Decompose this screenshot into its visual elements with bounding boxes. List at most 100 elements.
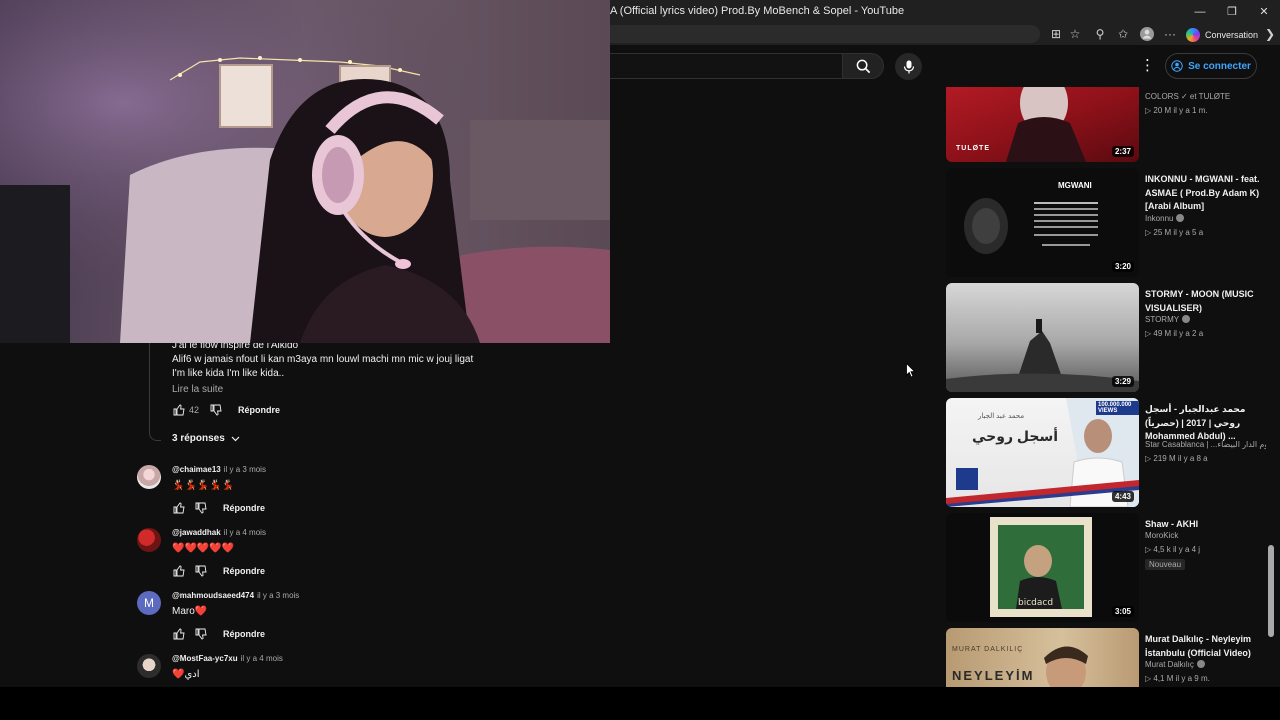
comment-line-3: I'm like kida I'm like kida.. (172, 368, 285, 379)
thread-connector (149, 335, 161, 441)
duration-badge: 3:20 (1111, 261, 1134, 272)
like-icon[interactable] (172, 502, 185, 515)
sign-in-button[interactable]: Se connecter (1165, 53, 1257, 79)
avatar[interactable]: M (137, 591, 161, 615)
profile-avatar-icon[interactable] (1139, 26, 1155, 42)
thumbnail-label: NEYLEYİM (952, 668, 1035, 683)
window-title: A (Official lyrics video) Prod.By MoBenc… (610, 5, 905, 17)
verified-icon (1176, 214, 1185, 222)
comment-header: @chaimae13 il y a 3 mois (172, 465, 266, 474)
window-controls: — ❐ ✕ (1184, 0, 1280, 23)
video-thumbnail[interactable]: MGWANI 3:20 (946, 168, 1139, 277)
favorite-star-icon[interactable]: ☆ (1067, 26, 1083, 42)
conversation-button[interactable]: Conversation (1186, 26, 1258, 43)
comment-body: ❤️❤️❤️❤️❤️ (172, 543, 235, 554)
comment-author[interactable]: @MostFaa-yc7xu (172, 654, 238, 663)
thumbnail-label: TULØTE (956, 145, 990, 152)
video-card[interactable]: 3:29 STORMY - MOON (MUSIC VISUALISER) ST… (946, 283, 1266, 393)
more-options-icon[interactable]: ··· (1162, 26, 1178, 42)
comment-header: @jawaddhak il y a 4 mois (172, 528, 266, 537)
replies-toggle-label: 3 réponses (172, 433, 225, 444)
avatar[interactable] (137, 654, 161, 678)
video-thumbnail[interactable]: 3:29 (946, 283, 1139, 392)
video-card[interactable]: MGWANI 3:20 INKONNU - MGWANI - feat. ASM… (946, 168, 1266, 278)
video-card[interactable]: TULØTE 2:37 COLORS ✓ et TULØTE ▷ 20 M il… (946, 87, 1266, 163)
minimize-icon[interactable]: — (1184, 0, 1216, 23)
like-icon[interactable] (172, 404, 185, 417)
reply-button[interactable]: Répondre (223, 629, 265, 639)
comment-body: ❤️ادي (172, 669, 200, 680)
close-icon[interactable]: ✕ (1248, 0, 1280, 23)
comment-body: 💃🏻💃🏻💃🏻💃🏻💃🏻 (172, 480, 235, 491)
extensions-icon[interactable]: ⚲ (1092, 26, 1108, 42)
thumbnail-subtitle: محمد عبد الجبار (978, 413, 1025, 420)
reply-button[interactable]: Répondre (223, 503, 265, 513)
read-more-link[interactable]: Lire la suite (172, 384, 223, 395)
video-thumbnail[interactable]: MURAT DALKILIÇ NEYLEYİM (946, 628, 1139, 687)
channel-name[interactable]: COLORS ✓ et TULØTE (1145, 92, 1230, 101)
avatar[interactable] (137, 465, 161, 489)
video-title[interactable]: STORMY - MOON (MUSIC VISUALISER) (1145, 288, 1260, 315)
comment-line-2: Alif6 w jamais nfout li kan m3aya mn lou… (172, 354, 474, 365)
channel-name[interactable]: STORMY (1145, 315, 1191, 324)
sign-in-label: Se connecter (1188, 60, 1251, 72)
reply-button[interactable]: Répondre (238, 405, 280, 415)
video-card[interactable]: 100.000.000 VIEWS محمد عبد الجبار أسجل ر… (946, 398, 1266, 508)
video-thumbnail[interactable]: TULØTE 2:37 (946, 87, 1139, 162)
settings-kebab-icon[interactable]: ⋮ (1140, 57, 1155, 75)
channel-name[interactable]: MoroKick (1145, 531, 1178, 540)
comment-time[interactable]: il y a 4 mois (224, 528, 266, 537)
favorites-icon[interactable]: ✩ (1115, 26, 1131, 42)
video-thumbnail[interactable]: 100.000.000 VIEWS محمد عبد الجبار أسجل ر… (946, 398, 1139, 507)
comment-author[interactable]: @jawaddhak (172, 528, 221, 537)
video-card[interactable]: bicdacd 3:05 Shaw - AKHI MoroKick ▷ 4,5 … (946, 513, 1266, 623)
channel-name[interactable]: Inkonnu (1145, 214, 1185, 223)
video-title[interactable]: Murat Dalkılıç - Neyleyim İstanbulu (Off… (1145, 633, 1260, 660)
video-meta: ▷ 49 M il y a 2 a (1145, 329, 1204, 338)
video-meta: ▷ 25 M il y a 5 a (1145, 228, 1204, 237)
voice-search-button[interactable] (895, 53, 922, 80)
comment-time[interactable]: il y a 3 mois (257, 591, 299, 600)
like-icon[interactable] (172, 565, 185, 578)
video-title[interactable]: Shaw - AKHI (1145, 518, 1260, 532)
avatar[interactable] (137, 528, 161, 552)
views-badge: 100.000.000 VIEWS (1096, 401, 1139, 415)
verified-icon (1182, 315, 1191, 323)
apps-icon[interactable]: ⊞ (1048, 26, 1064, 42)
reply-button[interactable]: Répondre (223, 566, 265, 576)
replies-toggle[interactable]: 3 réponses (172, 433, 240, 444)
comment-actions: Répondre (172, 564, 265, 578)
svg-text:bicdacd: bicdacd (1018, 598, 1053, 608)
dislike-icon[interactable] (209, 404, 222, 417)
channel-name[interactable]: Star Casablanca | ...وم الدار البيضاء (1145, 440, 1266, 449)
dislike-icon[interactable] (194, 565, 207, 578)
scrollbar[interactable] (1268, 545, 1274, 637)
dislike-icon[interactable] (194, 502, 207, 515)
channel-name[interactable]: Murat Dalkılıç (1145, 660, 1205, 669)
mouse-cursor-icon (906, 363, 916, 378)
search-button[interactable] (842, 53, 884, 79)
video-title[interactable]: محمد عبدالجبار - أسجل روحي | 2017 | (حصر… (1145, 403, 1260, 444)
video-title[interactable]: INKONNU - MGWANI - feat. ASMAE ( Prod.By… (1145, 173, 1260, 214)
dislike-icon[interactable] (194, 628, 207, 641)
video-player[interactable] (0, 0, 610, 343)
channel-name-text: Murat Dalkılıç (1145, 660, 1194, 669)
comment-actions: Répondre (172, 627, 265, 641)
comment-time[interactable]: il y a 4 mois (241, 654, 283, 663)
thumbnail-label: أسجل روحي (972, 428, 1059, 444)
comment-time[interactable]: il y a 3 mois (224, 465, 266, 474)
screen: A (Official lyrics video) Prod.By MoBenc… (0, 0, 1280, 720)
video-thumbnail[interactable]: bicdacd 3:05 (946, 513, 1139, 622)
chevron-down-icon (231, 436, 240, 441)
maximize-icon[interactable]: ❐ (1216, 0, 1248, 23)
channel-name-text: STORMY (1145, 315, 1180, 324)
video-card[interactable]: MURAT DALKILIÇ NEYLEYİM Murat Dalkılıç -… (946, 628, 1266, 687)
comment-author[interactable]: @mahmoudsaeed474 (172, 591, 254, 600)
sidebar-toggle-icon[interactable]: ❯ (1262, 26, 1278, 42)
recommendations-sidebar: TULØTE 2:37 COLORS ✓ et TULØTE ▷ 20 M il… (946, 87, 1266, 687)
like-icon[interactable] (172, 628, 185, 641)
comment-author[interactable]: @chaimae13 (172, 465, 221, 474)
screen-bottom-bar (0, 687, 1280, 720)
thumbnail-label: MGWANI (1058, 181, 1092, 190)
duration-badge: 2:37 (1111, 146, 1134, 157)
